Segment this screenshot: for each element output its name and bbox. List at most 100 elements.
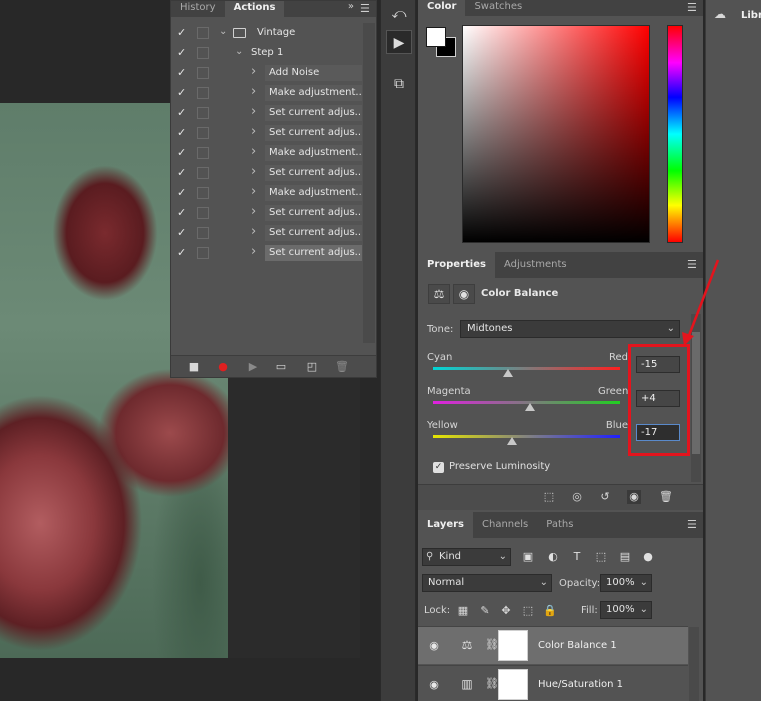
expand-icon[interactable]: »	[348, 1, 354, 12]
clip-to-layer-icon[interactable]: ⬚	[542, 490, 556, 504]
slider-thumb[interactable]	[525, 403, 536, 411]
view-previous-icon[interactable]: ◎	[570, 490, 584, 504]
balance-icon[interactable]: ⚖	[428, 284, 450, 304]
lock-position-icon[interactable]: ✥	[499, 604, 513, 618]
action-row[interactable]: ✓ › Set current adjus...	[171, 243, 362, 263]
layer-mask-thumbnail[interactable]	[498, 669, 528, 700]
visibility-eye-icon[interactable]: ◉	[427, 639, 441, 652]
layers-scrollbar[interactable]	[689, 627, 699, 701]
slider-track[interactable]	[433, 367, 620, 370]
type-filter-icon[interactable]: T	[569, 549, 585, 565]
lock-image-icon[interactable]: ✎	[478, 604, 492, 618]
actions-scrollbar[interactable]	[363, 23, 375, 343]
trash-icon[interactable]: 🗑	[335, 360, 349, 374]
opacity-input[interactable]: 100% ⌄	[600, 574, 652, 592]
chevron-down-icon[interactable]: ⌄	[219, 26, 227, 37]
chevron-right-icon[interactable]: ›	[251, 104, 256, 119]
record-icon[interactable]: ●	[216, 360, 230, 374]
filter-toggle-icon[interactable]: ●	[640, 549, 656, 565]
chevron-right-icon[interactable]: ›	[251, 244, 256, 259]
fill-input[interactable]: 100% ⌄	[600, 601, 652, 619]
panel-menu-icon[interactable]: ☰	[360, 2, 372, 15]
check-icon[interactable]: ✓	[177, 126, 189, 139]
panel-menu-icon[interactable]: ☰	[687, 258, 699, 271]
dialog-toggle-box[interactable]	[197, 207, 209, 219]
visibility-eye-icon[interactable]: ◉	[627, 490, 641, 504]
action-row[interactable]: ✓ ⌄ Vintage	[171, 23, 362, 43]
slider-thumb[interactable]	[502, 369, 513, 377]
tab-properties[interactable]: Properties	[418, 252, 495, 278]
action-row[interactable]: ✓ › Make adjustment...	[171, 83, 362, 103]
chevron-right-icon[interactable]: ›	[251, 184, 256, 199]
action-row[interactable]: ✓ › Set current adjus...	[171, 223, 362, 243]
lock-all-icon[interactable]: 🔒	[543, 604, 557, 618]
preserve-luminosity-checkbox[interactable]: ✓	[433, 462, 444, 473]
dialog-toggle-box[interactable]	[197, 187, 209, 199]
action-row[interactable]: ✓ › Make adjustment...	[171, 143, 362, 163]
action-row[interactable]: ✓ › Set current adjus...	[171, 163, 362, 183]
slider-thumb[interactable]	[506, 437, 517, 445]
chevron-down-icon[interactable]: ⌄	[235, 46, 243, 57]
shape-filter-icon[interactable]: ⬚	[593, 549, 609, 565]
actions-play-icon[interactable]: ▶	[386, 30, 412, 54]
dialog-toggle-box[interactable]	[197, 67, 209, 79]
action-row[interactable]: ✓ › Make adjustment...	[171, 183, 362, 203]
panel-menu-icon[interactable]: ☰	[687, 518, 699, 531]
dialog-toggle-box[interactable]	[197, 147, 209, 159]
balance-icon[interactable]: ⚖	[457, 638, 477, 654]
hue-slider[interactable]	[667, 25, 683, 243]
dialog-toggle-box[interactable]	[197, 227, 209, 239]
action-row[interactable]: ✓ › Set current adjus...	[171, 203, 362, 223]
tab-color[interactable]: Color	[418, 0, 466, 16]
scroll-thumb[interactable]	[692, 332, 700, 454]
tab-layers[interactable]: Layers	[418, 512, 473, 538]
action-row[interactable]: ✓ › Set current adjus...	[171, 123, 362, 143]
blend-mode-select[interactable]: Normal ⌄	[422, 574, 552, 592]
check-icon[interactable]: ✓	[177, 66, 189, 79]
action-row[interactable]: ✓ › Add Noise	[171, 63, 362, 83]
chevron-right-icon[interactable]: ›	[251, 144, 256, 159]
smart-object-filter-icon[interactable]: ▤	[617, 549, 633, 565]
layer-name[interactable]: Hue/Saturation 1	[538, 679, 623, 690]
tone-select[interactable]: Midtones ⌄	[460, 320, 680, 338]
3d-icon[interactable]: ⧉	[386, 72, 412, 96]
foreground-color-swatch[interactable]	[426, 27, 446, 47]
chevron-right-icon[interactable]: ›	[251, 124, 256, 139]
link-icon[interactable]: ⛓	[485, 677, 499, 690]
dialog-toggle-box[interactable]	[197, 27, 209, 39]
chevron-right-icon[interactable]: ›	[251, 204, 256, 219]
lock-transparent-icon[interactable]: ▦	[456, 604, 470, 618]
tab-channels[interactable]: Channels	[473, 512, 537, 538]
check-icon[interactable]: ✓	[177, 206, 189, 219]
adjustment-filter-icon[interactable]: ◐	[545, 549, 561, 565]
visibility-eye-icon[interactable]: ◉	[427, 678, 441, 691]
mask-icon[interactable]: ◉	[453, 284, 475, 304]
layer-name[interactable]: Color Balance 1	[538, 640, 617, 651]
dialog-toggle-box[interactable]	[197, 247, 209, 259]
dialog-toggle-box[interactable]	[197, 127, 209, 139]
dialog-toggle-box[interactable]	[197, 107, 209, 119]
tab-adjustments[interactable]: Adjustments	[495, 252, 576, 278]
link-icon[interactable]: ⛓	[485, 638, 499, 651]
color-picker-field[interactable]	[462, 25, 650, 243]
check-icon[interactable]: ✓	[177, 246, 189, 259]
layer-row[interactable]: ◉ ▥ ⛓ Hue/Saturation 1	[418, 665, 688, 701]
play-icon[interactable]: ▶	[246, 360, 260, 374]
tab-swatches[interactable]: Swatches	[465, 0, 531, 16]
history-brush-icon[interactable]: ⤺	[386, 2, 412, 26]
slider-track[interactable]	[433, 435, 620, 438]
tab-history[interactable]: History	[171, 1, 225, 17]
dialog-toggle-box[interactable]	[197, 87, 209, 99]
trash-icon[interactable]: 🗑	[659, 490, 673, 504]
hue-saturation-icon[interactable]: ▥	[457, 677, 477, 693]
new-set-folder-icon[interactable]: ▭	[274, 360, 288, 374]
chevron-right-icon[interactable]: ›	[251, 64, 256, 79]
check-icon[interactable]: ✓	[177, 146, 189, 159]
chevron-right-icon[interactable]: ›	[251, 224, 256, 239]
panel-menu-icon[interactable]: ☰	[687, 1, 699, 14]
properties-scrollbar[interactable]	[691, 314, 701, 482]
dialog-toggle-box[interactable]	[197, 47, 209, 59]
check-icon[interactable]: ✓	[177, 106, 189, 119]
check-icon[interactable]: ✓	[177, 186, 189, 199]
tab-paths[interactable]: Paths	[537, 512, 582, 538]
